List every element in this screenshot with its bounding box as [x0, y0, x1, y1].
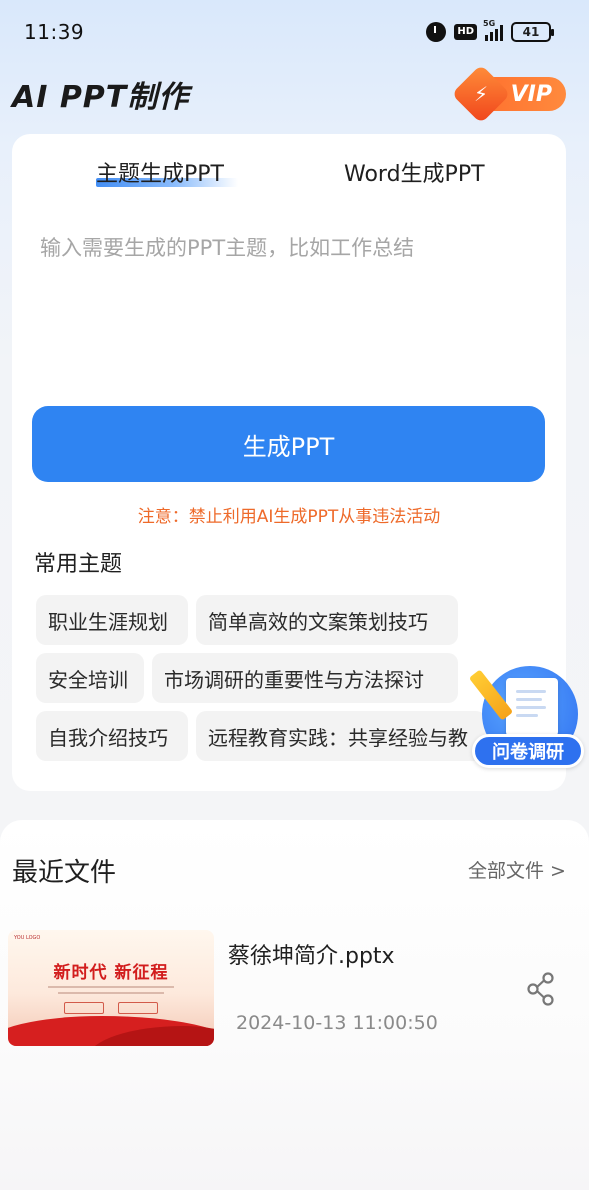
app-title: AI PPT制作 [12, 80, 190, 115]
signal-icon: 5G [483, 19, 503, 41]
file-thumbnail: YOU LOGO 新时代 新征程 [8, 930, 214, 1046]
topic-chip[interactable]: 职业生涯规划 [36, 595, 188, 645]
thumbnail-line [58, 992, 164, 994]
generate-ppt-button[interactable]: 生成PPT [32, 406, 545, 482]
all-files-link[interactable]: 全部文件 > [468, 856, 566, 883]
topic-chip[interactable]: 简单高效的文案策划技巧 [196, 595, 458, 645]
thumbnail-box [64, 1002, 104, 1014]
tab-word-generate[interactable]: Word生成PPT [344, 156, 485, 188]
tab-label: Word生成PPT [344, 162, 485, 187]
status-time: 11:39 [24, 20, 85, 44]
alarm-icon [426, 22, 447, 42]
topic-chip[interactable]: 自我介绍技巧 [36, 711, 188, 761]
usage-notice: 注意：禁止利用AI生成PPT从事违法活动 [137, 507, 441, 527]
topic-chip[interactable]: 安全培训 [36, 653, 144, 703]
hd-icon: HD [454, 24, 477, 40]
survey-floating-button[interactable]: 问卷调研 [468, 662, 586, 772]
recent-files-title: 最近文件 [12, 858, 117, 888]
topic-input[interactable] [40, 232, 540, 392]
status-bar: 11:39 HD 5G 41 [0, 0, 589, 64]
battery-icon: 41 [511, 22, 554, 42]
tab-bar: 主题生成PPT Word生成PPT [12, 134, 566, 204]
document-icon [506, 678, 558, 736]
tab-label: 主题生成PPT [96, 162, 224, 187]
thumbnail-logo: YOU LOGO [14, 935, 41, 941]
file-name: 蔡徐坤简介.pptx [228, 944, 395, 969]
share-icon[interactable] [526, 972, 556, 1006]
recent-files-panel: 最近文件 全部文件 > YOU LOGO 新时代 新征程 蔡徐坤简介.pptx … [0, 820, 589, 1190]
thumbnail-title: 新时代 新征程 [53, 963, 169, 983]
topic-chip[interactable]: 市场调研的重要性与方法探讨 [152, 653, 458, 703]
network-type: 5G [483, 19, 496, 28]
vip-label: VIP [510, 81, 552, 107]
survey-label: 问卷调研 [472, 734, 584, 768]
thumbnail-box [118, 1002, 158, 1014]
status-icons: HD 5G 41 [426, 19, 554, 42]
common-topics-title: 常用主题 [34, 552, 123, 577]
tab-topic-generate[interactable]: 主题生成PPT [96, 156, 224, 188]
recent-file-item[interactable]: YOU LOGO 新时代 新征程 蔡徐坤简介.pptx 2024-10-13 1… [0, 928, 589, 1048]
topic-chip[interactable]: 远程教育实践：共享经验与教 [196, 711, 486, 761]
thumbnail-line [48, 986, 174, 988]
vip-button[interactable]: ⚡ VIP [451, 64, 566, 124]
file-date: 2024-10-13 11:00:50 [236, 1012, 438, 1034]
